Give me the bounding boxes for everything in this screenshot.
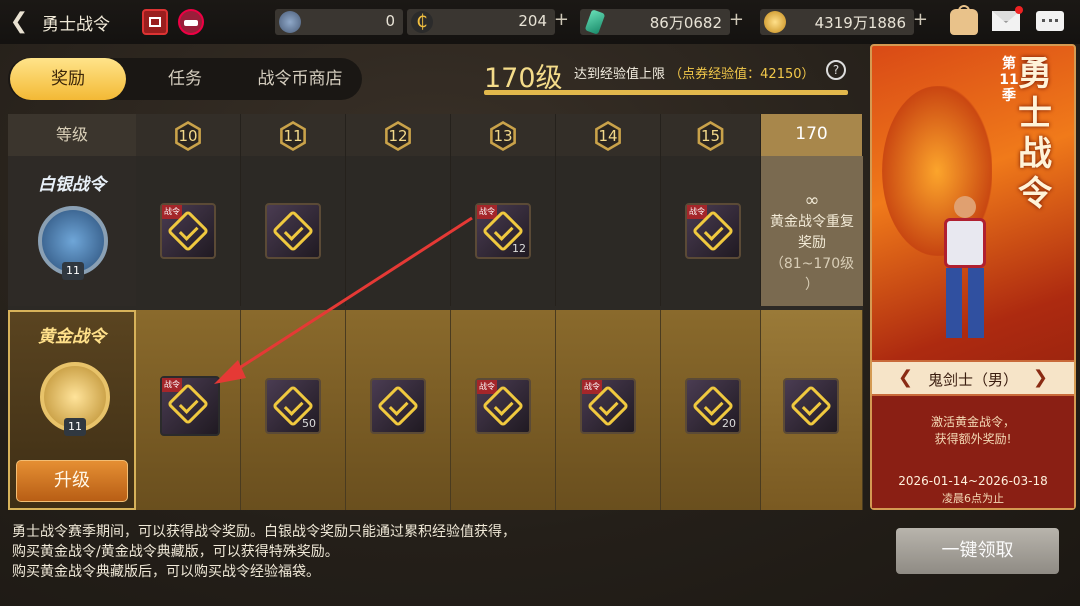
exp-cap-text: 达到经验值上限 xyxy=(574,67,666,82)
c-coin-icon: ₵ xyxy=(411,11,433,33)
activate-note: 激活黄金战令， 获得额外奖励! xyxy=(930,415,1015,446)
add-c-coin-button[interactable]: + xyxy=(554,9,569,30)
mail-icon[interactable] xyxy=(992,6,1023,31)
poster-title: 勇士战令 xyxy=(1018,54,1052,214)
back-arrow-icon[interactable]: ❮ xyxy=(6,9,32,35)
next-character-icon[interactable]: ❯ xyxy=(1033,367,1048,388)
tab-shop[interactable]: 战令币商店 xyxy=(244,58,356,100)
reward-grid: 等级 10 11 12 13 14 15 170 白银战令 11 战令 战令 12… xyxy=(8,114,863,510)
page-title: 勇士战令 xyxy=(42,15,110,35)
currency-gem: 86万0682 + xyxy=(580,9,744,35)
battle-pass-screen: ❮ 勇士战令 0 ₵ 204 + 86万0682 + 4319万1886 + 奖… xyxy=(0,0,1080,606)
currency-c-coin: ₵ 204 + xyxy=(407,9,569,35)
tab-tasks[interactable]: 任务 xyxy=(130,58,240,100)
bag-icon[interactable] xyxy=(950,5,978,35)
tab-bar: 奖励 任务 战令币商店 xyxy=(8,58,362,100)
gold-coin-icon xyxy=(764,11,786,33)
currency-gold: 4319万1886 + xyxy=(760,9,928,35)
chat-icon[interactable] xyxy=(1036,11,1064,31)
level-badge-icon[interactable] xyxy=(178,9,204,35)
season-end-time: 凌晨6点为止 xyxy=(942,492,1004,505)
calendar-icon[interactable] xyxy=(142,9,168,35)
level-note: 达到经验值上限 （点券经验值：42150） xyxy=(574,63,815,82)
token-icon xyxy=(279,11,301,33)
top-bar: ❮ 勇士战令 0 ₵ 204 + 86万0682 + 4319万1886 + xyxy=(0,0,1080,44)
character-selector: ❮ 鬼剑士（男） ❯ xyxy=(872,360,1074,396)
claim-all-button[interactable]: 一键领取 xyxy=(896,528,1059,574)
rules-notes: 勇士战令赛季期间，可以获得战令奖励。白银战令奖励只能通过累积经验值获得， 购买黄… xyxy=(12,524,516,580)
currency-token: 0 xyxy=(275,9,403,35)
poster-info: 激活黄金战令， 获得额外奖励! 2026-01-14~2026-03-18 凌晨… xyxy=(872,396,1074,508)
season-dates: 2026-01-14~2026-03-18 xyxy=(898,474,1048,488)
tab-rewards[interactable]: 奖励 xyxy=(10,58,126,100)
gem-icon xyxy=(584,9,606,35)
coupon-exp-text: （点券经验值：42150） xyxy=(669,67,815,82)
annotation-arrow xyxy=(214,216,473,384)
season-poster: 第 11 季 勇士战令 ❮ 鬼剑士（男） ❯ 激活黄金战令， 获得额外奖励! 2… xyxy=(870,44,1076,510)
add-gem-button[interactable]: + xyxy=(729,9,744,30)
character-art xyxy=(930,196,1000,346)
level-progress-bar xyxy=(484,90,848,95)
help-icon[interactable]: ? xyxy=(826,60,846,80)
add-gold-button[interactable]: + xyxy=(913,9,928,30)
